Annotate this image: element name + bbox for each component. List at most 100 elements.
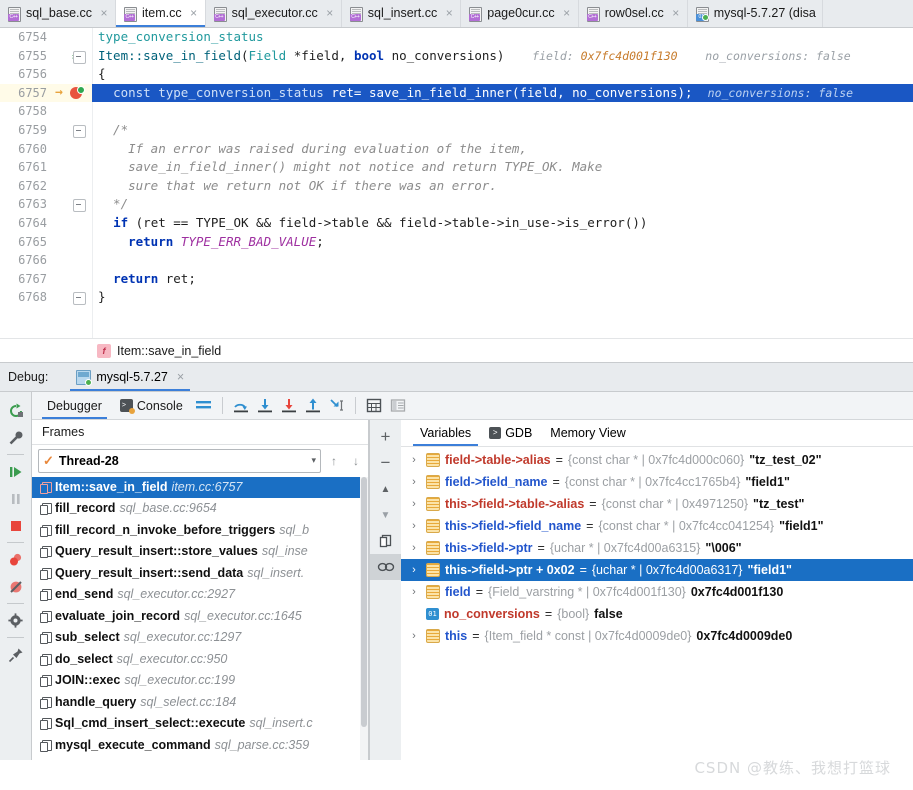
gutter-icons[interactable] — [52, 28, 92, 47]
chevron-right-icon[interactable]: › — [407, 537, 421, 559]
frame-down-button[interactable]: ↓ — [347, 451, 365, 471]
variable-row[interactable]: › field->field_name = {const char * | 0x… — [401, 471, 913, 493]
editor-tab-item[interactable]: C++ item.cc × — [116, 0, 206, 27]
frame-row[interactable]: Query_result_insert::send_data sql_inser… — [32, 563, 368, 585]
gutter-icons[interactable] — [52, 195, 92, 214]
variable-row[interactable]: › this->field->table->alias = {const cha… — [401, 493, 913, 515]
tab-memory-view[interactable]: Memory View — [541, 421, 634, 446]
force-step-into-icon[interactable] — [277, 395, 301, 417]
variable-row[interactable]: › this->field->field_name = {const char … — [401, 515, 913, 537]
chevron-right-icon[interactable]: › — [407, 515, 421, 537]
variable-row[interactable]: › this->field->ptr = {uchar * | 0x7fc4d0… — [401, 537, 913, 559]
view-breakpoints-icon[interactable] — [0, 546, 31, 573]
run-to-cursor-icon[interactable] — [325, 395, 349, 417]
move-up-icon[interactable]: ▲ — [370, 476, 401, 502]
close-icon[interactable]: × — [99, 0, 109, 27]
mute-breakpoints-icon[interactable] — [0, 573, 31, 600]
code-editor[interactable]: 6754 type_conversion_status 6755 ⇄ Item:… — [0, 28, 913, 338]
frame-up-button[interactable]: ↑ — [325, 451, 343, 471]
editor-tab-sql_base[interactable]: C++ sql_base.cc × — [0, 0, 116, 27]
variable-row[interactable]: › this->field->ptr + 0x02 = {uchar * | 0… — [401, 559, 913, 581]
scrollbar-thumb[interactable] — [361, 477, 367, 727]
frame-row[interactable]: fill_record sql_base.cc:9654 — [32, 498, 368, 520]
debug-session-tab[interactable]: mysql-5.7.27 × — [70, 364, 190, 391]
tab-variables[interactable]: Variables — [411, 421, 480, 446]
tab-console[interactable]: > Console — [111, 392, 192, 419]
pause-program-icon[interactable] — [0, 485, 31, 512]
close-icon[interactable]: × — [177, 370, 184, 384]
chevron-right-icon[interactable]: › — [407, 581, 421, 603]
breadcrumb[interactable]: f Item::save_in_field — [0, 338, 913, 363]
editor-tab-row0sel[interactable]: C++ row0sel.cc × — [579, 0, 688, 27]
inspect-icon[interactable] — [370, 554, 401, 580]
gutter-icons[interactable] — [52, 158, 92, 177]
add-watch-icon[interactable]: + — [370, 424, 401, 450]
fold-collapse-icon[interactable] — [73, 51, 86, 64]
rerun-icon[interactable] — [0, 397, 31, 424]
gutter-icons[interactable] — [52, 251, 92, 270]
breakpoint-icon[interactable] — [70, 87, 82, 99]
gutter-icons[interactable] — [52, 140, 92, 159]
fold-collapse-icon[interactable] — [73, 125, 86, 138]
gutter-icons[interactable] — [52, 270, 92, 289]
copy-value-icon[interactable] — [370, 528, 401, 554]
thread-select[interactable]: ✓ Thread-28 ▾ — [38, 449, 321, 473]
chevron-right-icon[interactable]: › — [407, 471, 421, 493]
close-icon[interactable]: × — [671, 0, 681, 27]
frame-row[interactable]: Query_result_insert::store_values sql_in… — [32, 541, 368, 563]
move-down-icon[interactable]: ▼ — [370, 502, 401, 528]
chevron-right-icon[interactable]: › — [407, 559, 421, 581]
gutter-icons[interactable] — [52, 121, 92, 140]
frame-row[interactable]: JOIN::exec sql_executor.cc:199 — [32, 670, 368, 692]
frame-row[interactable]: Sql_cmd_insert_select::execute sql_inser… — [32, 713, 368, 735]
editor-tab-mysql-config[interactable]: 01 mysql-5.7.27 (disa — [688, 0, 823, 27]
frame-row[interactable]: Item::save_in_field item.cc:6757 — [32, 477, 368, 499]
remove-watch-icon[interactable]: − — [370, 450, 401, 476]
show-frames-icon[interactable] — [386, 395, 410, 417]
tab-debugger[interactable]: Debugger — [38, 392, 111, 419]
stop-icon[interactable] — [0, 512, 31, 539]
gutter-icons[interactable] — [52, 177, 92, 196]
variable-row[interactable]: › this = {Item_field * const | 0x7fc4d00… — [401, 625, 913, 647]
frames-list[interactable]: Item::save_in_field item.cc:6757 fill_re… — [32, 477, 368, 760]
frame-row[interactable]: fill_record_n_invoke_before_triggers sql… — [32, 520, 368, 542]
evaluate-expression-icon[interactable] — [362, 395, 386, 417]
step-into-icon[interactable] — [253, 395, 277, 417]
edit-configurations-wrench-icon[interactable] — [0, 424, 31, 451]
frame-row[interactable]: mysql_parse sql_parse.cc:5570 — [32, 756, 368, 760]
frames-scrollbar[interactable] — [360, 477, 368, 760]
frame-row[interactable]: evaluate_join_record sql_executor.cc:164… — [32, 606, 368, 628]
gutter-icons[interactable] — [52, 65, 92, 84]
editor-tab-page0cur[interactable]: C++ page0cur.cc × — [461, 0, 578, 27]
frame-row[interactable]: end_send sql_executor.cc:2927 — [32, 584, 368, 606]
editor-tab-sql_insert[interactable]: C++ sql_insert.cc × — [342, 0, 461, 27]
tab-gdb[interactable]: > GDB — [480, 421, 541, 446]
variable-row[interactable]: › field->table->alias = {const char * | … — [401, 449, 913, 471]
chevron-down-icon[interactable]: ▾ — [311, 455, 316, 466]
pin-tab-icon[interactable] — [0, 641, 31, 668]
variable-row[interactable]: 01 no_conversions = {bool} false — [401, 603, 913, 625]
close-icon[interactable]: × — [562, 0, 572, 27]
settings-gear-icon[interactable] — [0, 607, 31, 634]
frame-row[interactable]: do_select sql_executor.cc:950 — [32, 649, 368, 671]
resume-program-icon[interactable] — [0, 458, 31, 485]
chevron-right-icon[interactable]: › — [407, 449, 421, 471]
frame-row[interactable]: handle_query sql_select.cc:184 — [32, 692, 368, 714]
frame-row[interactable]: mysql_execute_command sql_parse.cc:359 — [32, 735, 368, 757]
gutter-icons[interactable] — [52, 288, 92, 307]
step-over-icon[interactable] — [229, 395, 253, 417]
gutter-icons[interactable]: ⇄ — [52, 47, 92, 66]
variable-row[interactable]: › field = {Field_varstring * | 0x7fc4d00… — [401, 581, 913, 603]
layout-settings-icon[interactable] — [192, 395, 216, 417]
fold-expand-icon[interactable] — [73, 292, 86, 305]
gutter-icons[interactable] — [52, 214, 92, 233]
close-icon[interactable]: × — [444, 0, 454, 27]
editor-tab-sql_executor[interactable]: C++ sql_executor.cc × — [206, 0, 342, 27]
variables-list[interactable]: › field->table->alias = {const char * | … — [401, 447, 913, 760]
close-icon[interactable]: × — [189, 0, 199, 27]
fold-expand-icon[interactable] — [73, 199, 86, 212]
chevron-right-icon[interactable]: › — [407, 493, 421, 515]
step-out-icon[interactable] — [301, 395, 325, 417]
gutter-icons[interactable] — [52, 233, 92, 252]
chevron-right-icon[interactable]: › — [407, 625, 421, 647]
